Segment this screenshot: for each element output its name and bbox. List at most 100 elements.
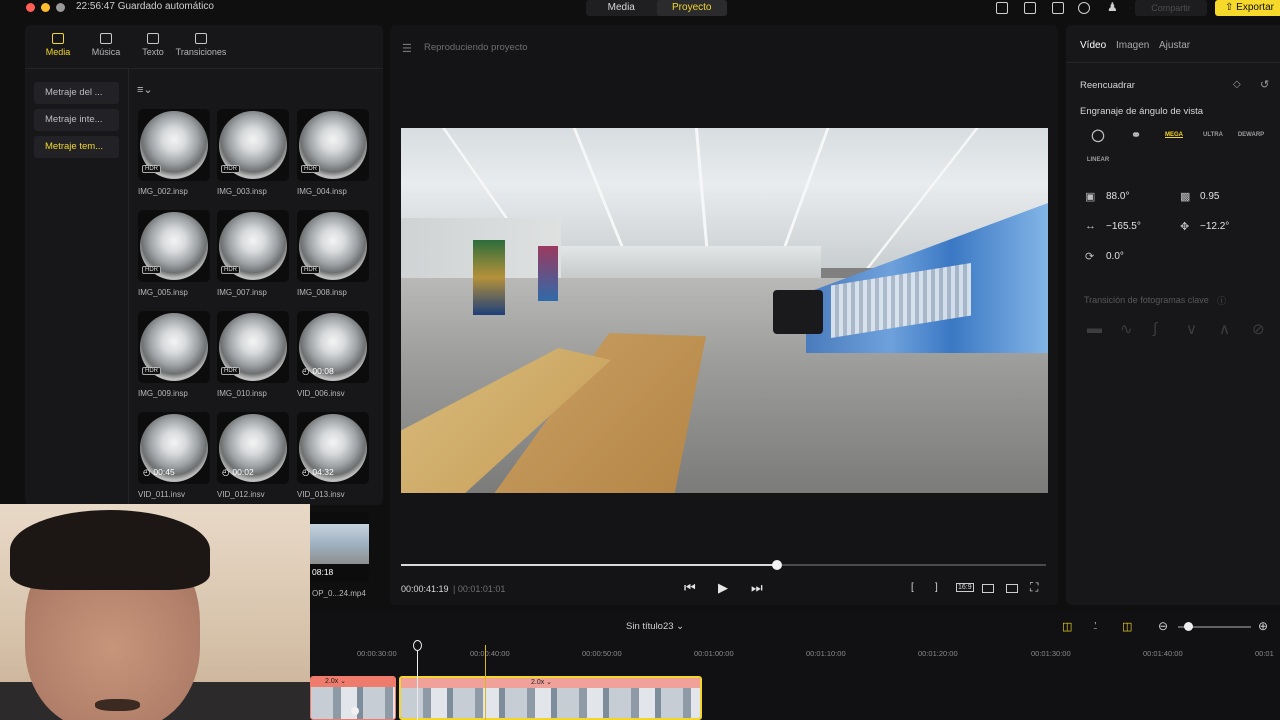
subtitles-icon[interactable] xyxy=(996,2,1008,14)
tab-image[interactable]: Imagen xyxy=(1116,40,1149,51)
total-time: | 00:01:01:01 xyxy=(453,584,506,594)
media-thumb[interactable]: HDR xyxy=(297,109,369,181)
marker-line xyxy=(485,645,486,720)
media-name: IMG_003.insp xyxy=(217,187,267,196)
webcam-mustache xyxy=(95,699,140,711)
media-thumb[interactable]: HDR xyxy=(138,109,210,181)
hdr-badge: HDR xyxy=(221,165,240,173)
tab-video[interactable]: Vídeo xyxy=(1080,40,1106,51)
media-thumb[interactable]: HDR xyxy=(217,109,289,181)
curve-ease-in-icon[interactable]: ∿ xyxy=(1120,320,1133,338)
previous-frame-icon[interactable]: ⏮ xyxy=(684,580,696,596)
quality-icon[interactable] xyxy=(982,584,994,593)
media-name: IMG_007.insp xyxy=(217,288,267,297)
media-name: IMG_010.insp xyxy=(217,389,267,398)
media-thumb[interactable]: 00:45 xyxy=(138,412,210,484)
zoom-handle[interactable] xyxy=(1184,622,1193,631)
fov-icon: ▣ xyxy=(1085,191,1096,203)
view-angle-label: Engranaje de ángulo de vista xyxy=(1080,106,1204,117)
playhead[interactable] xyxy=(417,644,418,720)
clip-speed: 2.0x ⌄ xyxy=(401,678,700,688)
snapshot-icon[interactable] xyxy=(1006,584,1018,593)
autosave-status: 22:56:47 Guardado automático xyxy=(76,1,214,12)
info-icon[interactable] xyxy=(1078,2,1090,14)
layout-icon[interactable] xyxy=(1024,2,1036,14)
media-name: OP_0...24.mp4 xyxy=(312,589,366,598)
menu-icon[interactable]: ☰ xyxy=(402,42,412,55)
fov-value[interactable]: 88.0° xyxy=(1106,191,1129,202)
media-name: IMG_008.insp xyxy=(297,288,347,297)
help-icon[interactable]: ⓘ xyxy=(1217,294,1226,307)
category-footage-temp[interactable]: Metraje tem... xyxy=(34,136,119,158)
close-window-button[interactable] xyxy=(26,3,35,12)
project-title[interactable]: Sin título23 ⌄ xyxy=(626,621,684,632)
tilt-value[interactable]: −12.2° xyxy=(1200,221,1229,232)
keyframe-diamond-icon[interactable]: ◇ xyxy=(1233,79,1241,90)
time-tick: 00:01:00:00 xyxy=(694,649,734,658)
curve-ease-out-icon[interactable]: ∫ xyxy=(1153,320,1157,337)
media-thumb[interactable]: HDR xyxy=(297,210,369,282)
lens-linear-button[interactable]: LINEAR xyxy=(1083,151,1113,171)
keyframe-marker[interactable] xyxy=(351,707,359,715)
aspect-ratio-button[interactable]: 16:9 xyxy=(956,583,974,592)
time-tick: 00:01:40:00 xyxy=(1143,649,1183,658)
lens-dewarp-button[interactable]: DEWARP xyxy=(1236,126,1266,146)
timeline-clip-selected[interactable]: 2.0x ⌄ xyxy=(399,676,702,720)
zoom-out-icon[interactable]: ⊖ xyxy=(1158,619,1168,633)
reset-icon[interactable]: ↺ xyxy=(1260,78,1269,91)
tab-text-label: Texto xyxy=(142,47,164,57)
pan-icon: ↔ xyxy=(1085,220,1096,232)
zoom-window-button[interactable] xyxy=(56,3,65,12)
hdr-badge: HDR xyxy=(221,367,240,375)
distance-value[interactable]: 0.95 xyxy=(1200,191,1219,202)
media-thumb[interactable]: HDR xyxy=(138,311,210,383)
link-clips-icon[interactable]: ◫ xyxy=(1062,620,1072,633)
duration-label: 08:18 xyxy=(312,567,334,577)
account-icon[interactable]: ♟ xyxy=(1107,0,1118,14)
media-thumb[interactable]: HDR xyxy=(217,210,289,282)
mark-out-icon[interactable]: ] xyxy=(935,582,938,593)
sort-icon[interactable]: ≡⌄ xyxy=(137,83,153,96)
mark-in-icon[interactable]: [ xyxy=(911,582,914,593)
curve-peak-icon[interactable]: ∧ xyxy=(1219,320,1230,338)
media-thumb[interactable]: 08:18 xyxy=(310,512,369,582)
share-button[interactable]: Compartir xyxy=(1135,0,1207,16)
category-footage-device[interactable]: Metraje del ... xyxy=(34,82,119,104)
zoom-in-icon[interactable]: ⊕ xyxy=(1258,619,1268,633)
minimize-window-button[interactable] xyxy=(41,3,50,12)
pan-value[interactable]: −165.5° xyxy=(1106,221,1141,232)
edit-notes-icon[interactable] xyxy=(1052,2,1064,14)
export-button[interactable]: ⇧ Exportar xyxy=(1215,0,1280,16)
tab-media-mode[interactable]: Media xyxy=(586,0,657,16)
transition-icon xyxy=(195,33,207,44)
tab-project-mode[interactable]: Proyecto xyxy=(656,0,727,16)
snap-icon[interactable]: ⍘ xyxy=(1092,620,1099,633)
mode-switch: Media Proyecto xyxy=(586,0,727,16)
fullscreen-icon[interactable]: ⛶ xyxy=(1030,580,1038,595)
scrub-handle[interactable] xyxy=(772,560,783,570)
lens-ultra-button[interactable]: ULTRA xyxy=(1198,126,1228,146)
tab-adjust[interactable]: Ajustar xyxy=(1159,40,1190,51)
media-thumb[interactable]: 04:32 xyxy=(297,412,369,484)
playhead-handle[interactable] xyxy=(413,640,422,651)
lens-natural-icon[interactable]: ◯ xyxy=(1083,126,1113,146)
lens-tiny-planet-icon[interactable]: ⚭ xyxy=(1121,126,1151,146)
video-preview-frame[interactable] xyxy=(401,128,1048,493)
play-icon[interactable]: ▶ xyxy=(718,580,728,596)
curve-none-icon[interactable]: ⊘ xyxy=(1252,320,1265,338)
next-frame-icon[interactable]: ⏭ xyxy=(751,580,763,596)
lens-mega-button[interactable]: MEGA xyxy=(1159,126,1189,146)
media-thumb[interactable]: 00:02 xyxy=(217,412,289,484)
curve-linear-icon[interactable]: ▬ xyxy=(1087,320,1102,337)
media-thumb[interactable]: HDR xyxy=(138,210,210,282)
category-footage-internal[interactable]: Metraje inte... xyxy=(34,109,119,131)
curve-valley-icon[interactable]: ∨ xyxy=(1186,320,1197,338)
media-thumb[interactable]: HDR xyxy=(217,311,289,383)
split-icon[interactable]: ◫ xyxy=(1122,620,1132,633)
roll-icon: ⟳ xyxy=(1085,251,1095,263)
time-tick: 00:01:10:00 xyxy=(806,649,846,658)
tab-transitions[interactable]: Transiciones xyxy=(173,33,229,57)
webcam-overlay xyxy=(0,504,310,720)
roll-value[interactable]: 0.0° xyxy=(1106,251,1124,262)
media-thumb[interactable]: 00:08 xyxy=(297,311,369,383)
